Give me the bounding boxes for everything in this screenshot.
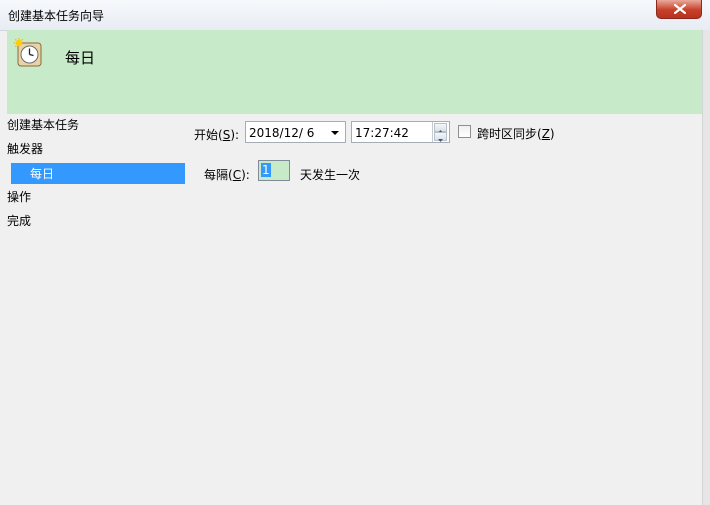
interval-days-value: 1 [261,163,271,177]
timezone-sync-label: 跨时区同步(Z) [477,127,555,141]
start-label: 开始(S): [194,128,240,142]
nav-item-trigger[interactable]: 触发器 [7,140,43,157]
spin-down-button[interactable] [434,132,447,142]
header-title: 每日 [65,49,96,67]
right-edge-border [702,30,710,505]
start-date-picker[interactable]: 2018/12/ 6 [245,121,346,143]
arrow-down-icon [438,139,443,142]
window-title: 创建基本任务向导 [8,9,105,23]
close-icon [674,4,686,14]
close-button[interactable] [656,0,702,19]
start-time-value: 17:27:42 [355,126,409,140]
spin-up-button[interactable] [434,123,447,133]
interval-label: 每隔(C): [204,168,250,182]
nav-item-finish[interactable]: 完成 [7,212,31,229]
interval-suffix: 天发生一次 [300,168,361,182]
clock-sun-icon [13,38,42,67]
start-time-spinner[interactable]: 17:27:42 [351,121,450,143]
nav-item-create-task[interactable]: 创建基本任务 [7,116,79,133]
chevron-down-icon[interactable] [331,131,339,135]
timezone-sync-checkbox[interactable] [458,125,471,138]
title-bar[interactable]: 创建基本任务向导 [0,0,710,31]
wizard-window: 创建基本任务向导 每日 创建基本任务 触发器 每日 操作 完成 开始(S): 2… [0,0,710,505]
nav-item-daily-label: 每日 [30,167,55,181]
wizard-header: 每日 [7,30,702,114]
start-date-value: 2018/12/ 6 [249,126,315,140]
time-spin-buttons [432,122,449,142]
interval-days-input[interactable]: 1 [258,160,290,181]
nav-item-daily[interactable]: 每日 [11,163,185,184]
nav-item-action[interactable]: 操作 [7,188,31,205]
